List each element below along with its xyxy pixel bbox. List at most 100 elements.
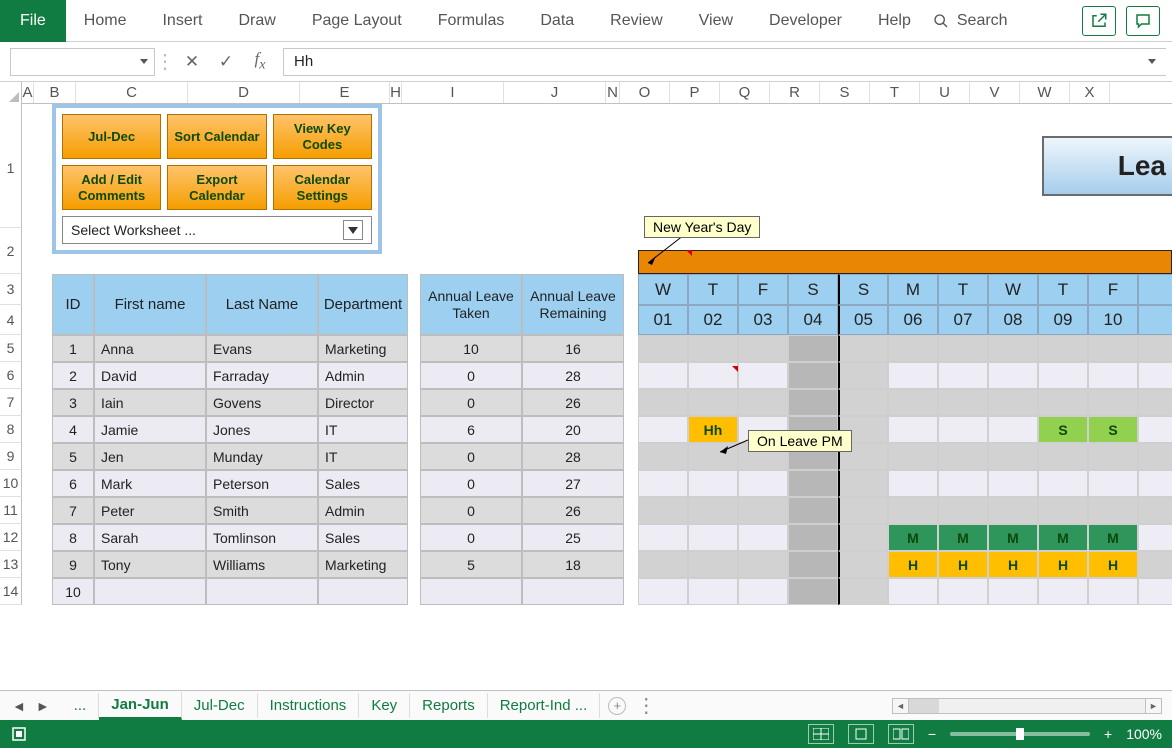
cal-cell[interactable] [1038,362,1088,389]
macro-export[interactable]: Export Calendar [167,165,266,210]
table-cell[interactable]: Director [318,389,408,416]
table-cell[interactable]: Annual Leave Taken [420,274,522,335]
cal-cell[interactable] [838,335,888,362]
table-cell[interactable] [408,416,420,443]
tab-next[interactable]: ► [36,698,50,714]
table-cell[interactable]: Evans [206,335,318,362]
table-cell[interactable]: Sales [318,470,408,497]
table-cell[interactable]: 0 [420,362,522,389]
cal-cell[interactable]: F [738,274,788,305]
cal-cell[interactable] [1038,389,1088,416]
table-cell[interactable]: Munday [206,443,318,470]
table-cell[interactable]: Williams [206,551,318,578]
table-cell[interactable]: IT [318,416,408,443]
col-J[interactable]: J [504,82,606,103]
cal-cell[interactable]: H [1038,551,1088,578]
col-I[interactable]: I [402,82,504,103]
cal-cell[interactable]: M [1088,524,1138,551]
cal-cell[interactable] [788,578,838,605]
cal-cell[interactable] [988,497,1038,524]
table-cell[interactable]: Jamie [94,416,206,443]
cal-cell[interactable]: H [988,551,1038,578]
cal-cell[interactable] [738,497,788,524]
table-cell[interactable] [318,578,408,605]
row-13[interactable]: 13 [0,551,22,578]
cal-cell[interactable] [638,389,688,416]
table-cell[interactable]: Jen [94,443,206,470]
table-cell[interactable] [94,578,206,605]
row-10[interactable]: 10 [0,470,22,497]
cal-cell[interactable] [888,389,938,416]
table-cell[interactable]: Department [318,274,408,335]
cal-cell[interactable] [738,362,788,389]
cal-cell[interactable] [888,335,938,362]
macro-settings[interactable]: Calendar Settings [273,165,372,210]
row-8[interactable]: 8 [0,416,22,443]
cal-cell[interactable] [688,389,738,416]
row-9[interactable]: 9 [0,443,22,470]
sheet-tab-juldec[interactable]: Jul-Dec [182,693,258,718]
cal-cell[interactable] [1138,578,1172,605]
cal-cell[interactable] [988,470,1038,497]
table-cell[interactable] [408,524,420,551]
cal-cell[interactable] [788,362,838,389]
cal-cell[interactable] [1038,578,1088,605]
cal-cell[interactable]: T [1038,274,1088,305]
sheet-tab-reports[interactable]: Reports [410,693,488,718]
formula-expand-icon[interactable] [1148,59,1156,64]
macro-juldec[interactable]: Jul-Dec [62,114,161,159]
table-cell[interactable] [408,274,420,335]
table-cell[interactable]: 6 [52,470,94,497]
fx-enter[interactable]: ✓ [209,52,243,72]
cal-cell[interactable] [1088,335,1138,362]
cal-cell[interactable] [638,416,688,443]
table-cell[interactable]: 2 [52,362,94,389]
col-O[interactable]: O [620,82,670,103]
table-cell[interactable] [408,335,420,362]
cal-cell[interactable] [838,578,888,605]
cal-cell[interactable] [938,443,988,470]
table-cell[interactable]: 5 [420,551,522,578]
cal-cell[interactable] [688,470,738,497]
cal-cell[interactable]: 07 [938,305,988,335]
cal-cell[interactable] [988,335,1038,362]
cal-cell[interactable] [688,497,738,524]
cal-cell[interactable] [988,443,1038,470]
cal-cell[interactable]: 02 [688,305,738,335]
cal-cell[interactable] [1088,578,1138,605]
table-cell[interactable]: Sarah [94,524,206,551]
table-cell[interactable] [408,497,420,524]
row-11[interactable]: 11 [0,497,22,524]
cal-cell[interactable] [788,335,838,362]
zoom-level[interactable]: 100% [1126,726,1162,742]
tab-ellipsis-left[interactable]: ... [62,693,100,718]
scroll-thumb[interactable] [909,699,939,713]
cal-cell[interactable] [1038,335,1088,362]
cal-cell[interactable]: M [888,524,938,551]
table-cell[interactable]: 9 [52,551,94,578]
zoom-out[interactable]: − [928,726,936,742]
table-cell[interactable]: Peter [94,497,206,524]
cal-cell[interactable] [788,389,838,416]
cal-cell[interactable]: 06 [888,305,938,335]
cal-cell[interactable]: M [1038,524,1088,551]
cal-cell[interactable]: S [788,274,838,305]
sheet-tab-key[interactable]: Key [359,693,410,718]
cal-cell[interactable] [1088,497,1138,524]
tab-insert[interactable]: Insert [144,0,220,42]
cal-cell[interactable] [938,416,988,443]
cal-cell[interactable] [988,362,1038,389]
cal-cell[interactable] [638,578,688,605]
formula-input[interactable]: Hh [283,48,1166,76]
cal-cell[interactable] [1138,274,1172,305]
col-X[interactable]: X [1070,82,1110,103]
cal-cell[interactable] [1138,551,1172,578]
worksheet-select[interactable]: Select Worksheet ... [62,216,372,244]
table-cell[interactable]: 26 [522,497,624,524]
sheet-tab-janjun[interactable]: Jan-Jun [99,692,182,720]
cal-cell[interactable] [938,335,988,362]
tab-home[interactable]: Home [66,0,145,42]
row-4[interactable]: 4 [0,305,22,335]
cal-cell[interactable]: H [938,551,988,578]
row-2[interactable]: 2 [0,228,22,274]
